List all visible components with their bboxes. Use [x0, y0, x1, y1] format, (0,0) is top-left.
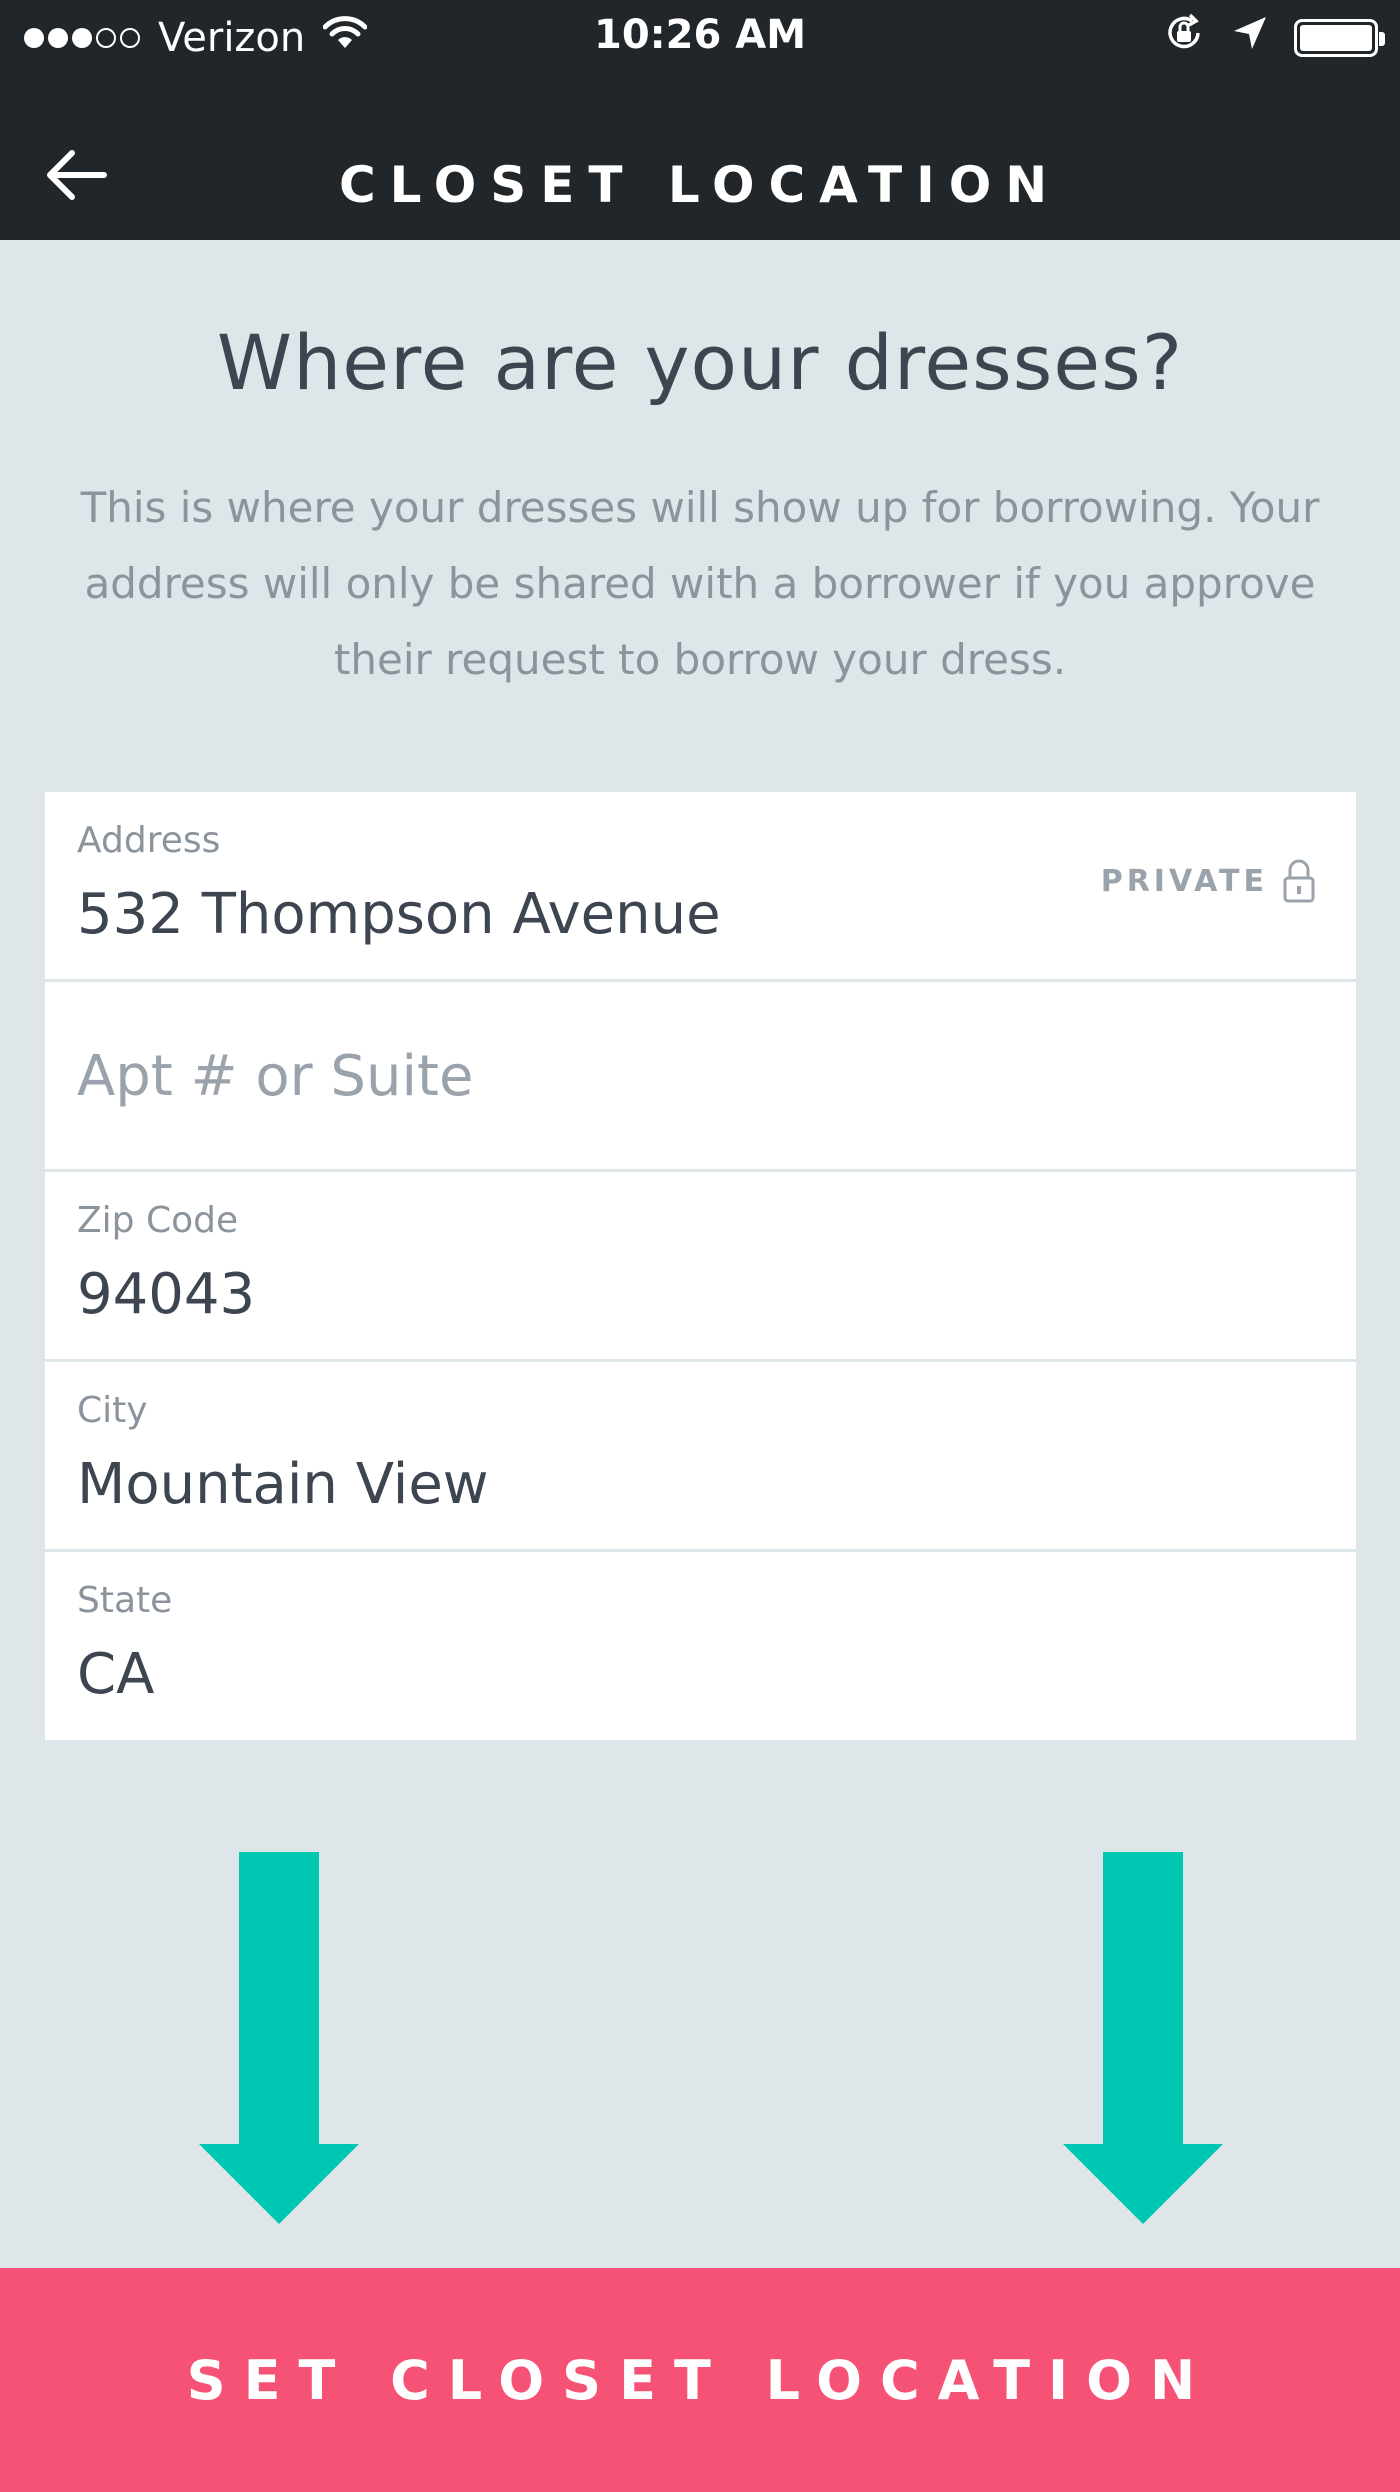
- arrow-down-icon: [199, 1852, 359, 2224]
- arrow-down-icon: [1063, 1852, 1223, 2224]
- battery-cap: [1379, 32, 1385, 46]
- apt-suite-placeholder: Apt # or Suite: [77, 1044, 474, 1109]
- address-value[interactable]: 532 Thompson Avenue: [77, 882, 721, 947]
- battery-icon: [1294, 19, 1385, 57]
- orientation-lock-icon: [1162, 11, 1206, 65]
- lock-icon: [1283, 859, 1315, 903]
- city-field[interactable]: City Mountain View: [45, 1362, 1356, 1552]
- city-label: City: [77, 1390, 148, 1431]
- private-badge: PRIVATE: [1101, 858, 1316, 904]
- zip-code-label: Zip Code: [77, 1200, 239, 1241]
- intro-title: Where are your dresses?: [216, 318, 1184, 407]
- state-label: State: [77, 1580, 173, 1621]
- zip-code-value[interactable]: 94043: [77, 1262, 255, 1327]
- nav-bar: CLOSET LOCATION: [0, 120, 1400, 230]
- intro-description: This is where your dresses will show up …: [80, 483, 1320, 684]
- city-value[interactable]: Mountain View: [77, 1452, 489, 1517]
- page-title: CLOSET LOCATION: [338, 156, 1062, 214]
- closet-location-form: Address 532 Thompson Avenue PRIVATE Apt …: [45, 792, 1356, 1740]
- address-label: Address: [77, 820, 221, 861]
- app-header: Verizon 10:26 AM CLOSET LOCATION: [0, 0, 1400, 240]
- apt-suite-field[interactable]: Apt # or Suite: [45, 982, 1356, 1172]
- zip-code-field[interactable]: Zip Code 94043: [45, 1172, 1356, 1362]
- set-closet-location-button[interactable]: SET CLOSET LOCATION: [0, 2268, 1400, 2492]
- address-field[interactable]: Address 532 Thompson Avenue PRIVATE: [45, 792, 1356, 982]
- state-value[interactable]: CA: [77, 1642, 154, 1707]
- location-arrow-icon: [1232, 15, 1268, 61]
- status-right: [1136, 11, 1385, 65]
- battery-level: [1300, 25, 1372, 51]
- state-field[interactable]: State CA: [45, 1552, 1356, 1740]
- private-label: PRIVATE: [1100, 863, 1268, 899]
- status-bar: Verizon 10:26 AM: [0, 0, 1400, 76]
